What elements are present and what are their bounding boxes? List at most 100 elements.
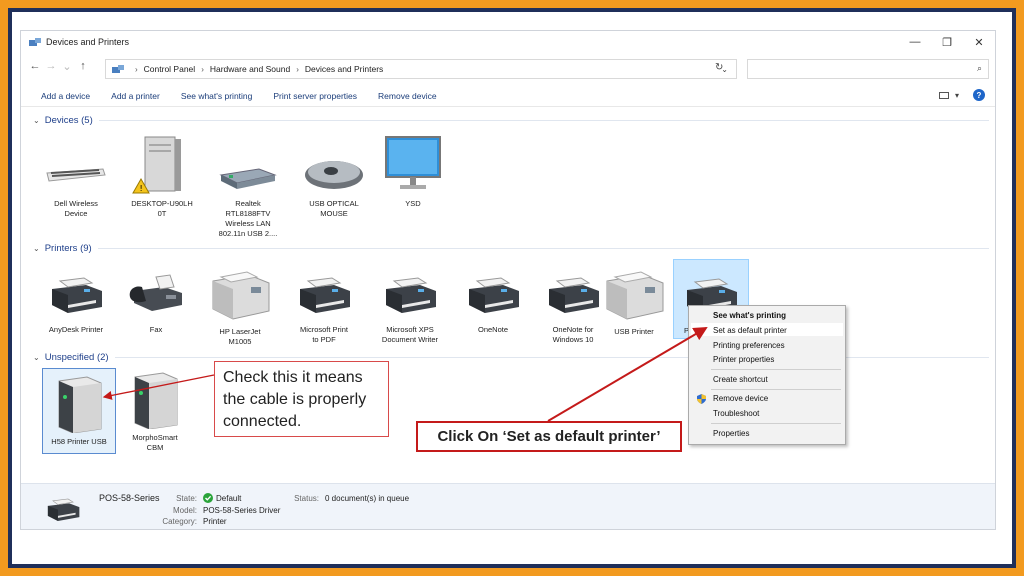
- breadcrumb-separator-icon: ›: [296, 64, 299, 74]
- menu-item-printing-preferences[interactable]: Printing preferences: [713, 341, 785, 350]
- collapse-caret-icon[interactable]: ⌄: [33, 244, 40, 253]
- window-title: Devices and Printers: [46, 37, 130, 47]
- unspecified-label-line1: H58 Printer USB: [51, 437, 107, 446]
- unspecified-label-line2: CBM: [146, 443, 164, 452]
- laser-printer-icon: [212, 271, 270, 320]
- group-unspecified-label: Unspecified (2): [44, 352, 109, 363]
- details-pane: POS-58-Series State: Default Status: 0 d…: [21, 483, 995, 529]
- menu-item-set-default-printer[interactable]: Set as default printer: [713, 326, 787, 335]
- printer-label-line1: Fax: [149, 325, 163, 334]
- search-input[interactable]: ⌕: [747, 59, 989, 79]
- title-bar: Devices and Printers — ❐ ✕: [21, 31, 995, 53]
- menu-divider: [711, 423, 841, 424]
- printer-label-line2: Document Writer: [381, 335, 439, 344]
- printer-item-anydesk[interactable]: AnyDesk Printer: [37, 267, 115, 335]
- close-button[interactable]: ✕: [963, 31, 995, 53]
- device-label-line2: Device: [64, 209, 88, 218]
- add-printer-button[interactable]: Add a printer: [111, 91, 160, 101]
- fax-icon: [129, 274, 182, 311]
- menu-item-create-shortcut[interactable]: Create shortcut: [713, 375, 768, 384]
- device-box-icon: [58, 376, 102, 433]
- group-devices-header[interactable]: ⌄ Devices (5): [33, 115, 989, 126]
- add-device-button[interactable]: Add a device: [41, 91, 90, 101]
- detail-category-label: Category:: [162, 517, 197, 526]
- breadcrumb-separator-icon: ›: [135, 64, 138, 74]
- menu-item-troubleshoot[interactable]: Troubleshoot: [713, 409, 759, 418]
- device-label-line1: Realtek: [235, 199, 261, 208]
- devices-window: Devices and Printers — ❐ ✕ ← → ⌄ ↑ › Con…: [20, 30, 996, 530]
- detail-state-label: State:: [176, 494, 197, 503]
- view-menu-caret-icon[interactable]: ▾: [955, 91, 959, 100]
- change-view-icon[interactable]: [938, 91, 949, 99]
- recent-locations-icon[interactable]: ⌄: [59, 60, 75, 73]
- device-item-realtek[interactable]: Realtek RTL8188FTV Wireless LAN 802.11n …: [205, 135, 291, 239]
- shield-icon: [697, 394, 706, 404]
- breadcrumb-separator-icon: ›: [201, 64, 204, 74]
- printer-label-line1: Microsoft Print: [300, 325, 348, 334]
- breadcrumb-hardware-sound[interactable]: Hardware and Sound: [210, 64, 290, 74]
- group-divider: [98, 120, 989, 121]
- help-icon[interactable]: ?: [973, 89, 985, 101]
- printer-label-line2: to PDF: [312, 335, 336, 344]
- laser-printer-icon: [606, 271, 664, 320]
- group-divider: [114, 357, 989, 358]
- detail-model-label: Model:: [172, 506, 197, 515]
- devices-printers-icon: [29, 38, 41, 46]
- printer-label-line1: AnyDesk Printer: [48, 325, 104, 334]
- command-bar: Add a device Add a printer See what's pr…: [21, 85, 995, 107]
- control-panel-icon: [112, 65, 124, 73]
- device-item-desktop[interactable]: ! DESKTOP-U90LH 0T: [119, 135, 205, 219]
- collapse-caret-icon[interactable]: ⌄: [33, 116, 40, 125]
- menu-item-see-whats-printing[interactable]: See what's printing: [713, 311, 786, 320]
- printer-item-onenote[interactable]: OneNote: [453, 267, 533, 335]
- printer-item-fax[interactable]: Fax: [117, 267, 195, 335]
- device-item-dell-wireless[interactable]: Dell Wireless Device: [33, 135, 119, 219]
- breadcrumb-control-panel[interactable]: Control Panel: [144, 64, 196, 74]
- detail-state-value: Default: [216, 494, 242, 503]
- see-whats-printing-button[interactable]: See what's printing: [181, 91, 253, 101]
- remove-device-button[interactable]: Remove device: [378, 91, 437, 101]
- device-label-line1: USB OPTICAL: [309, 199, 359, 208]
- device-item-ysd[interactable]: YSD: [375, 135, 451, 209]
- printer-label-line2: M1005: [228, 337, 252, 346]
- up-arrow-icon[interactable]: ↑: [75, 60, 91, 72]
- device-label-line1: Dell Wireless: [54, 199, 98, 208]
- printer-icon: [469, 277, 519, 313]
- menu-item-printer-properties[interactable]: Printer properties: [713, 355, 774, 364]
- menu-item-properties[interactable]: Properties: [713, 429, 749, 438]
- mouse-icon: [305, 161, 363, 189]
- breadcrumb[interactable]: › Control Panel › Hardware and Sound › D…: [105, 59, 737, 79]
- menu-divider: [711, 369, 841, 370]
- menu-item-remove-device[interactable]: Remove device: [713, 394, 768, 403]
- printer-item-usb-printer[interactable]: USB Printer: [593, 267, 675, 337]
- print-server-properties-button[interactable]: Print server properties: [273, 91, 357, 101]
- printer-item-ms-print-pdf[interactable]: Microsoft Print to PDF: [283, 267, 365, 345]
- menu-divider: [711, 389, 841, 390]
- forward-arrow-icon[interactable]: →: [43, 60, 59, 72]
- collapse-caret-icon[interactable]: ⌄: [33, 353, 40, 362]
- unspecified-item-h58-printer[interactable]: H58 Printer USB: [42, 368, 116, 454]
- printer-icon: [386, 277, 436, 313]
- minimize-button[interactable]: —: [899, 31, 931, 53]
- maximize-button[interactable]: ❐: [931, 31, 963, 53]
- device-item-usb-mouse[interactable]: USB OPTICAL MOUSE: [291, 135, 377, 219]
- context-menu: See what's printing Set as default print…: [688, 305, 846, 445]
- device-label-line4: 802.11n USB 2....: [218, 229, 278, 238]
- printer-item-hp-laserjet[interactable]: HP LaserJet M1005: [199, 267, 281, 347]
- breadcrumb-devices-printers[interactable]: Devices and Printers: [305, 64, 383, 74]
- device-label-line1: YSD: [405, 199, 421, 208]
- computer-tower-icon: !: [132, 136, 181, 194]
- search-icon[interactable]: ⌕: [977, 63, 982, 74]
- network-adapter-icon: [219, 168, 277, 189]
- printer-label-line1: HP LaserJet: [219, 327, 261, 336]
- refresh-icon[interactable]: ↻: [715, 62, 723, 73]
- device-label-line1: DESKTOP-U90LH: [131, 199, 193, 208]
- printer-icon: [300, 277, 350, 313]
- group-printers-header[interactable]: ⌄ Printers (9): [33, 243, 989, 254]
- unspecified-item-morphosmart[interactable]: MorphoSmart CBM: [118, 371, 192, 453]
- printer-item-ms-xps[interactable]: Microsoft XPS Document Writer: [367, 267, 453, 345]
- device-box-icon: [134, 372, 178, 429]
- detail-status-label: Status:: [294, 494, 319, 503]
- printer-label-line1: OneNote: [477, 325, 509, 334]
- back-arrow-icon[interactable]: ←: [27, 60, 43, 72]
